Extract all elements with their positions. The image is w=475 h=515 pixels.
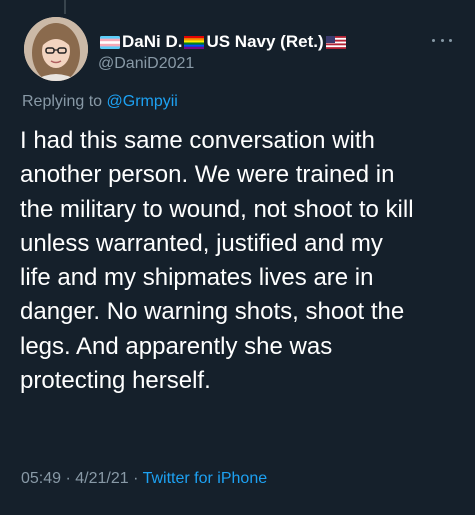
tweet-text-line: life and my shipmates lives are in	[20, 264, 374, 292]
meta-separator: ·	[133, 470, 139, 487]
display-name: DaNi D.	[122, 32, 183, 51]
tweet-text-line: danger. No warning shots, shoot the	[20, 298, 405, 326]
thread-connector-line	[64, 0, 66, 14]
replying-to: Replying to @Grmpyii	[22, 93, 178, 111]
tweet-text-line: the military to wound, not shoot to kill	[20, 195, 414, 223]
display-name-row[interactable]: DaNi D. US Navy (Ret.)	[98, 31, 348, 53]
rainbow-pride-flag-icon	[184, 35, 205, 49]
tweet-time[interactable]: 05:49	[21, 470, 61, 487]
tweet-text-line: I had this same conversation with	[20, 127, 375, 154]
tweet-source-link[interactable]: Twitter for iPhone	[143, 470, 268, 487]
transgender-flag-icon	[100, 35, 120, 49]
meta-separator: ·	[65, 470, 71, 487]
more-options-icon[interactable]	[432, 34, 452, 46]
tweet-text-line: unless warranted, justified and my	[20, 229, 383, 257]
replying-to-mention[interactable]: @Grmpyii	[107, 93, 178, 110]
tweet-meta: 05:49 · 4/21/21 · Twitter for iPhone	[21, 470, 267, 488]
avatar[interactable]	[24, 17, 88, 81]
tweet-text-line: protecting herself.	[20, 367, 211, 395]
replying-prefix: Replying to	[22, 93, 103, 110]
display-name-suffix: US Navy (Ret.)	[206, 32, 324, 51]
tweet-text-line: legs. And apparently she was	[20, 332, 333, 360]
tweet-text-line: another person. We were trained in	[20, 161, 395, 189]
user-handle[interactable]: @DaniD2021	[98, 55, 194, 73]
us-flag-icon	[325, 35, 346, 49]
tweet-text: I had this same conversation with anothe…	[20, 124, 465, 398]
tweet-date[interactable]: 4/21/21	[75, 470, 128, 487]
